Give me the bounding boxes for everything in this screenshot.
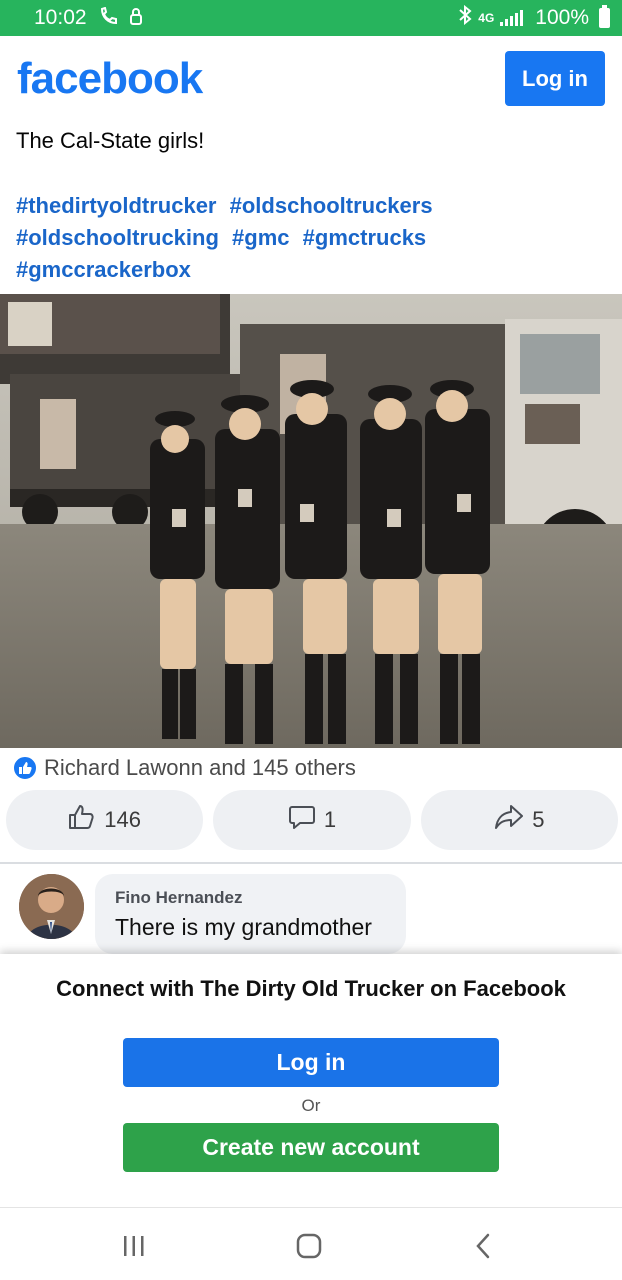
- comment-item: Fino Hernandez There is my grandmother: [0, 864, 622, 954]
- page: 10:02 4G 100% facebook Log in The Cal-St…: [0, 0, 622, 1280]
- hashtag-link[interactable]: #gmccrackerbox: [16, 257, 191, 282]
- lock-icon: [129, 7, 143, 30]
- header: facebook Log in: [0, 36, 622, 120]
- login-prompt-sheet: Connect with The Dirty Old Trucker on Fa…: [0, 954, 622, 1207]
- hashtag-link[interactable]: #gmc: [232, 225, 289, 250]
- like-count: 146: [104, 807, 142, 832]
- or-separator: Or: [301, 1096, 321, 1115]
- comment-bubble: Fino Hernandez There is my grandmother: [95, 874, 406, 954]
- hashtag-link[interactable]: #oldschooltruckers: [230, 193, 433, 218]
- bluetooth-icon: [458, 4, 472, 31]
- sheet-title: Connect with The Dirty Old Trucker on Fa…: [56, 976, 566, 1001]
- post-photo-illustration: [0, 294, 622, 748]
- like-reaction-icon: [12, 755, 38, 781]
- comment-text: There is my grandmother: [115, 914, 372, 940]
- system-nav-bar: [0, 1207, 622, 1280]
- network-type: 4G: [478, 11, 495, 25]
- avatar[interactable]: [19, 874, 84, 939]
- signal-icon: [500, 10, 524, 26]
- recent-apps-icon[interactable]: [114, 1226, 154, 1266]
- comment-author[interactable]: Fino Hernandez: [115, 888, 386, 908]
- battery-icon: [599, 5, 610, 28]
- comment-icon: [288, 803, 316, 837]
- battery-text: 100%: [535, 6, 589, 29]
- reactions-text: Richard Lawonn and 145 others: [44, 755, 356, 780]
- share-count: 5: [532, 807, 545, 832]
- facebook-logo[interactable]: facebook: [17, 54, 203, 104]
- hashtags: #thedirtyoldtrucker #oldschooltruckers #…: [16, 190, 576, 286]
- like-button[interactable]: 146: [6, 790, 204, 850]
- hashtag-link[interactable]: #thedirtyoldtrucker: [16, 193, 217, 218]
- back-icon[interactable]: [463, 1226, 503, 1266]
- home-icon[interactable]: [289, 1226, 329, 1266]
- reactions-summary[interactable]: Richard Lawonn and 145 others: [12, 754, 356, 782]
- status-right: 4G 100%: [458, 4, 610, 31]
- wifi-call-icon: [99, 6, 119, 30]
- header-login-button[interactable]: Log in: [505, 51, 605, 106]
- hashtag-link[interactable]: #oldschooltrucking: [16, 225, 219, 250]
- hashtag-link[interactable]: #gmctrucks: [303, 225, 427, 250]
- share-button[interactable]: 5: [420, 790, 618, 850]
- comment-button[interactable]: 1: [213, 790, 411, 850]
- comment-count: 1: [323, 807, 337, 832]
- status-bar: 10:02 4G 100%: [0, 0, 622, 36]
- thumbs-up-icon: [68, 804, 96, 836]
- action-bar: 146 1 5: [6, 790, 618, 850]
- share-icon: [494, 804, 524, 836]
- post-photo[interactable]: [0, 294, 622, 748]
- post-text: The Cal-State girls!: [16, 128, 205, 153]
- status-time: 10:02: [34, 6, 87, 29]
- create-account-button[interactable]: Create new account: [123, 1123, 499, 1172]
- sheet-login-button[interactable]: Log in: [123, 1038, 499, 1087]
